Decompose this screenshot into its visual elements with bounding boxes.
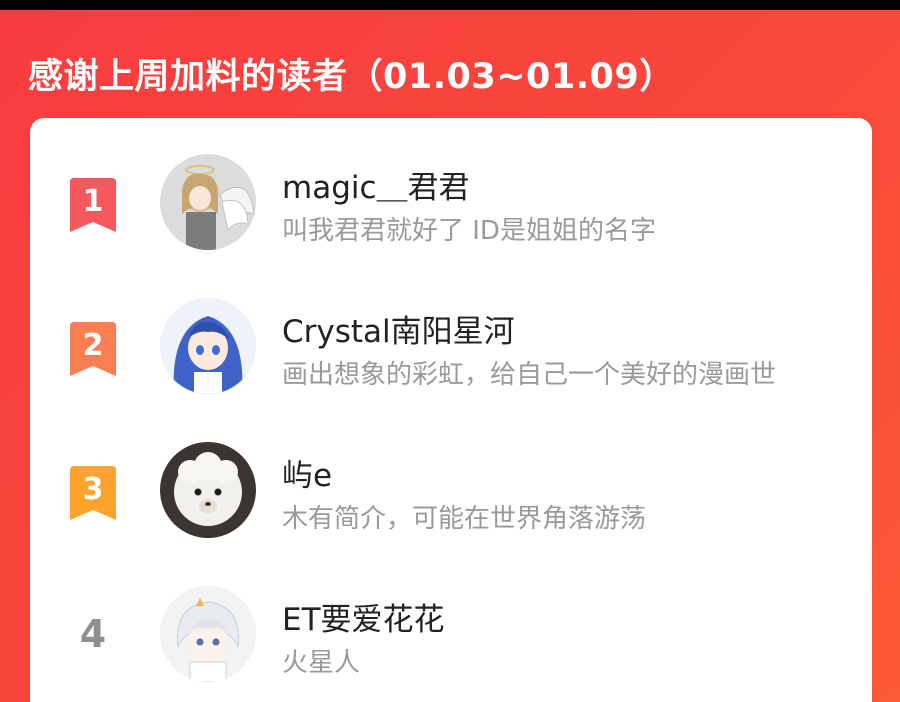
anime-white-hair-boy-avatar-icon	[160, 586, 256, 682]
avatar[interactable]	[160, 154, 256, 250]
anime-blue-hair-girl-avatar-icon	[160, 298, 256, 394]
page-title: 感谢上周加料的读者（01.03~01.09）	[28, 57, 675, 97]
anime-angel-avatar-icon	[160, 154, 256, 250]
reader-bio: 画出想象的彩虹，给自己一个美好的漫画世	[282, 360, 777, 390]
rank-badge-icon: 2	[68, 322, 118, 378]
rank-badge-icon: 1	[68, 178, 118, 234]
reader-row-4[interactable]: 4 ET要爱花花 火星人	[30, 576, 872, 696]
avatar[interactable]	[160, 298, 256, 394]
rank-number: 1	[83, 184, 104, 219]
reader-name[interactable]: 屿e	[282, 450, 332, 495]
reader-bio: 火星人	[282, 648, 361, 678]
reader-row-3[interactable]: 3 屿e 木有简介，可能在世界角落游荡	[30, 432, 872, 552]
avatar[interactable]	[160, 586, 256, 682]
rank-badge-icon: 3	[68, 466, 118, 522]
reader-name[interactable]: ET要爱花花	[282, 594, 445, 639]
rank-number: 2	[83, 328, 104, 363]
rank-number: 4	[79, 612, 107, 656]
reader-list-card: 1 magic＿君君 叫我君君就好了 ID是姐姐的名字 2 Crystal南阳星…	[30, 118, 872, 702]
avatar[interactable]	[160, 442, 256, 538]
reader-row-1[interactable]: 1 magic＿君君 叫我君君就好了 ID是姐姐的名字	[30, 144, 872, 264]
reader-row-2[interactable]: 2 Crystal南阳星河 画出想象的彩虹，给自己一个美好的漫画世	[30, 288, 872, 408]
reader-bio: 叫我君君就好了 ID是姐姐的名字	[282, 216, 656, 246]
reader-name[interactable]: magic＿君君	[282, 162, 470, 207]
rank-number: 3	[83, 472, 104, 507]
reader-name[interactable]: Crystal南阳星河	[282, 306, 515, 351]
reader-bio: 木有简介，可能在世界角落游荡	[282, 504, 647, 534]
alpaca-avatar-icon	[160, 442, 256, 538]
readers-panel: 感谢上周加料的读者（01.03~01.09） 1 magic＿君君 叫我君君就好…	[0, 10, 900, 702]
